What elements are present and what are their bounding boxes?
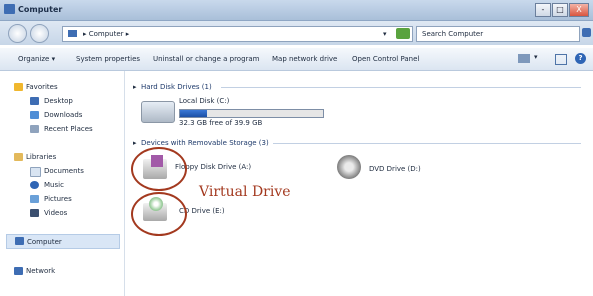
- address-bar: ▸ Computer ▸ ▾ Search Computer: [0, 21, 593, 45]
- sidebar-item-favorites[interactable]: Favorites: [26, 83, 58, 91]
- drive-label: Local Disk (C:): [179, 97, 230, 105]
- sidebar-item-music[interactable]: Music: [44, 181, 64, 189]
- map-network-drive-button[interactable]: Map network drive: [272, 55, 337, 63]
- minimize-button[interactable]: -: [535, 3, 551, 17]
- search-icon[interactable]: [582, 28, 591, 37]
- sidebar-item-pictures[interactable]: Pictures: [44, 195, 72, 203]
- sidebar-item-recent-places[interactable]: Recent Places: [44, 125, 93, 133]
- recent-places-icon: [30, 125, 39, 133]
- computer-icon: [68, 30, 77, 37]
- preview-pane-icon[interactable]: [555, 54, 567, 65]
- annotation-circle: [131, 192, 187, 236]
- sidebar-item-network[interactable]: Network: [26, 267, 55, 275]
- window-title: Computer: [18, 5, 63, 14]
- libraries-icon: [14, 153, 23, 161]
- music-icon: [30, 181, 39, 189]
- removable-section-header[interactable]: Devices with Removable Storage (3): [141, 139, 269, 147]
- local-disk-c[interactable]: Local Disk (C:) 32.3 GB free of 39.9 GB: [139, 95, 339, 127]
- chevron-down-icon[interactable]: ▾: [383, 30, 387, 38]
- close-button[interactable]: X: [569, 3, 589, 17]
- collapse-arrow-icon[interactable]: ▸: [133, 83, 137, 91]
- search-placeholder: Search Computer: [422, 30, 484, 38]
- downloads-icon: [30, 111, 39, 119]
- search-input[interactable]: Search Computer: [416, 26, 580, 42]
- drive-label: DVD Drive (D:): [369, 165, 421, 173]
- sidebar-item-desktop[interactable]: Desktop: [44, 97, 73, 105]
- views-icon[interactable]: [518, 54, 530, 63]
- sidebar-item-label: Computer: [27, 238, 62, 246]
- maximize-button[interactable]: □: [552, 3, 568, 17]
- command-bar: Organize ▾ System properties Uninstall o…: [0, 48, 593, 71]
- dvd-drive-icon: [337, 155, 361, 179]
- help-icon[interactable]: ?: [575, 53, 586, 64]
- divider: [221, 87, 581, 88]
- breadcrumb: ▸ Computer ▸: [83, 30, 130, 38]
- star-icon: [14, 83, 23, 91]
- dvd-drive-d[interactable]: DVD Drive (D:): [333, 155, 453, 185]
- chevron-down-icon[interactable]: ▾: [534, 53, 538, 61]
- network-icon: [14, 267, 23, 275]
- sidebar-item-documents[interactable]: Documents: [44, 167, 84, 175]
- disk-usage-bar: [179, 109, 324, 118]
- sidebar-item-computer[interactable]: Computer: [6, 234, 120, 249]
- organize-menu[interactable]: Organize ▾: [18, 55, 55, 63]
- annotation-circle: [131, 147, 187, 191]
- address-field[interactable]: ▸ Computer ▸ ▾: [62, 26, 413, 42]
- refresh-button[interactable]: [396, 28, 410, 39]
- navigation-pane: Favorites Desktop Downloads Recent Place…: [0, 71, 125, 296]
- forward-button[interactable]: [30, 24, 49, 43]
- sidebar-item-downloads[interactable]: Downloads: [44, 111, 82, 119]
- annotation-label: Virtual Drive: [199, 184, 291, 200]
- videos-icon: [30, 209, 39, 217]
- file-list-pane: ▸ Hard Disk Drives (1) Local Disk (C:) 3…: [125, 71, 593, 296]
- pictures-icon: [30, 195, 39, 203]
- collapse-arrow-icon[interactable]: ▸: [133, 139, 137, 147]
- documents-icon: [30, 167, 41, 177]
- hard-disk-section-header[interactable]: Hard Disk Drives (1): [141, 83, 212, 91]
- sidebar-item-libraries[interactable]: Libraries: [26, 153, 56, 161]
- disk-usage-fill: [180, 110, 208, 117]
- uninstall-program-button[interactable]: Uninstall or change a program: [153, 55, 260, 63]
- title-bar: Computer - □ X: [0, 0, 593, 21]
- sidebar-item-videos[interactable]: Videos: [44, 209, 67, 217]
- back-button[interactable]: [8, 24, 27, 43]
- divider: [273, 143, 581, 144]
- system-properties-button[interactable]: System properties: [76, 55, 140, 63]
- drive-free-space: 32.3 GB free of 39.9 GB: [179, 119, 263, 127]
- computer-icon: [15, 237, 24, 245]
- computer-icon: [4, 4, 15, 14]
- hard-drive-icon: [141, 101, 175, 123]
- open-control-panel-button[interactable]: Open Control Panel: [352, 55, 419, 63]
- desktop-icon: [30, 97, 39, 105]
